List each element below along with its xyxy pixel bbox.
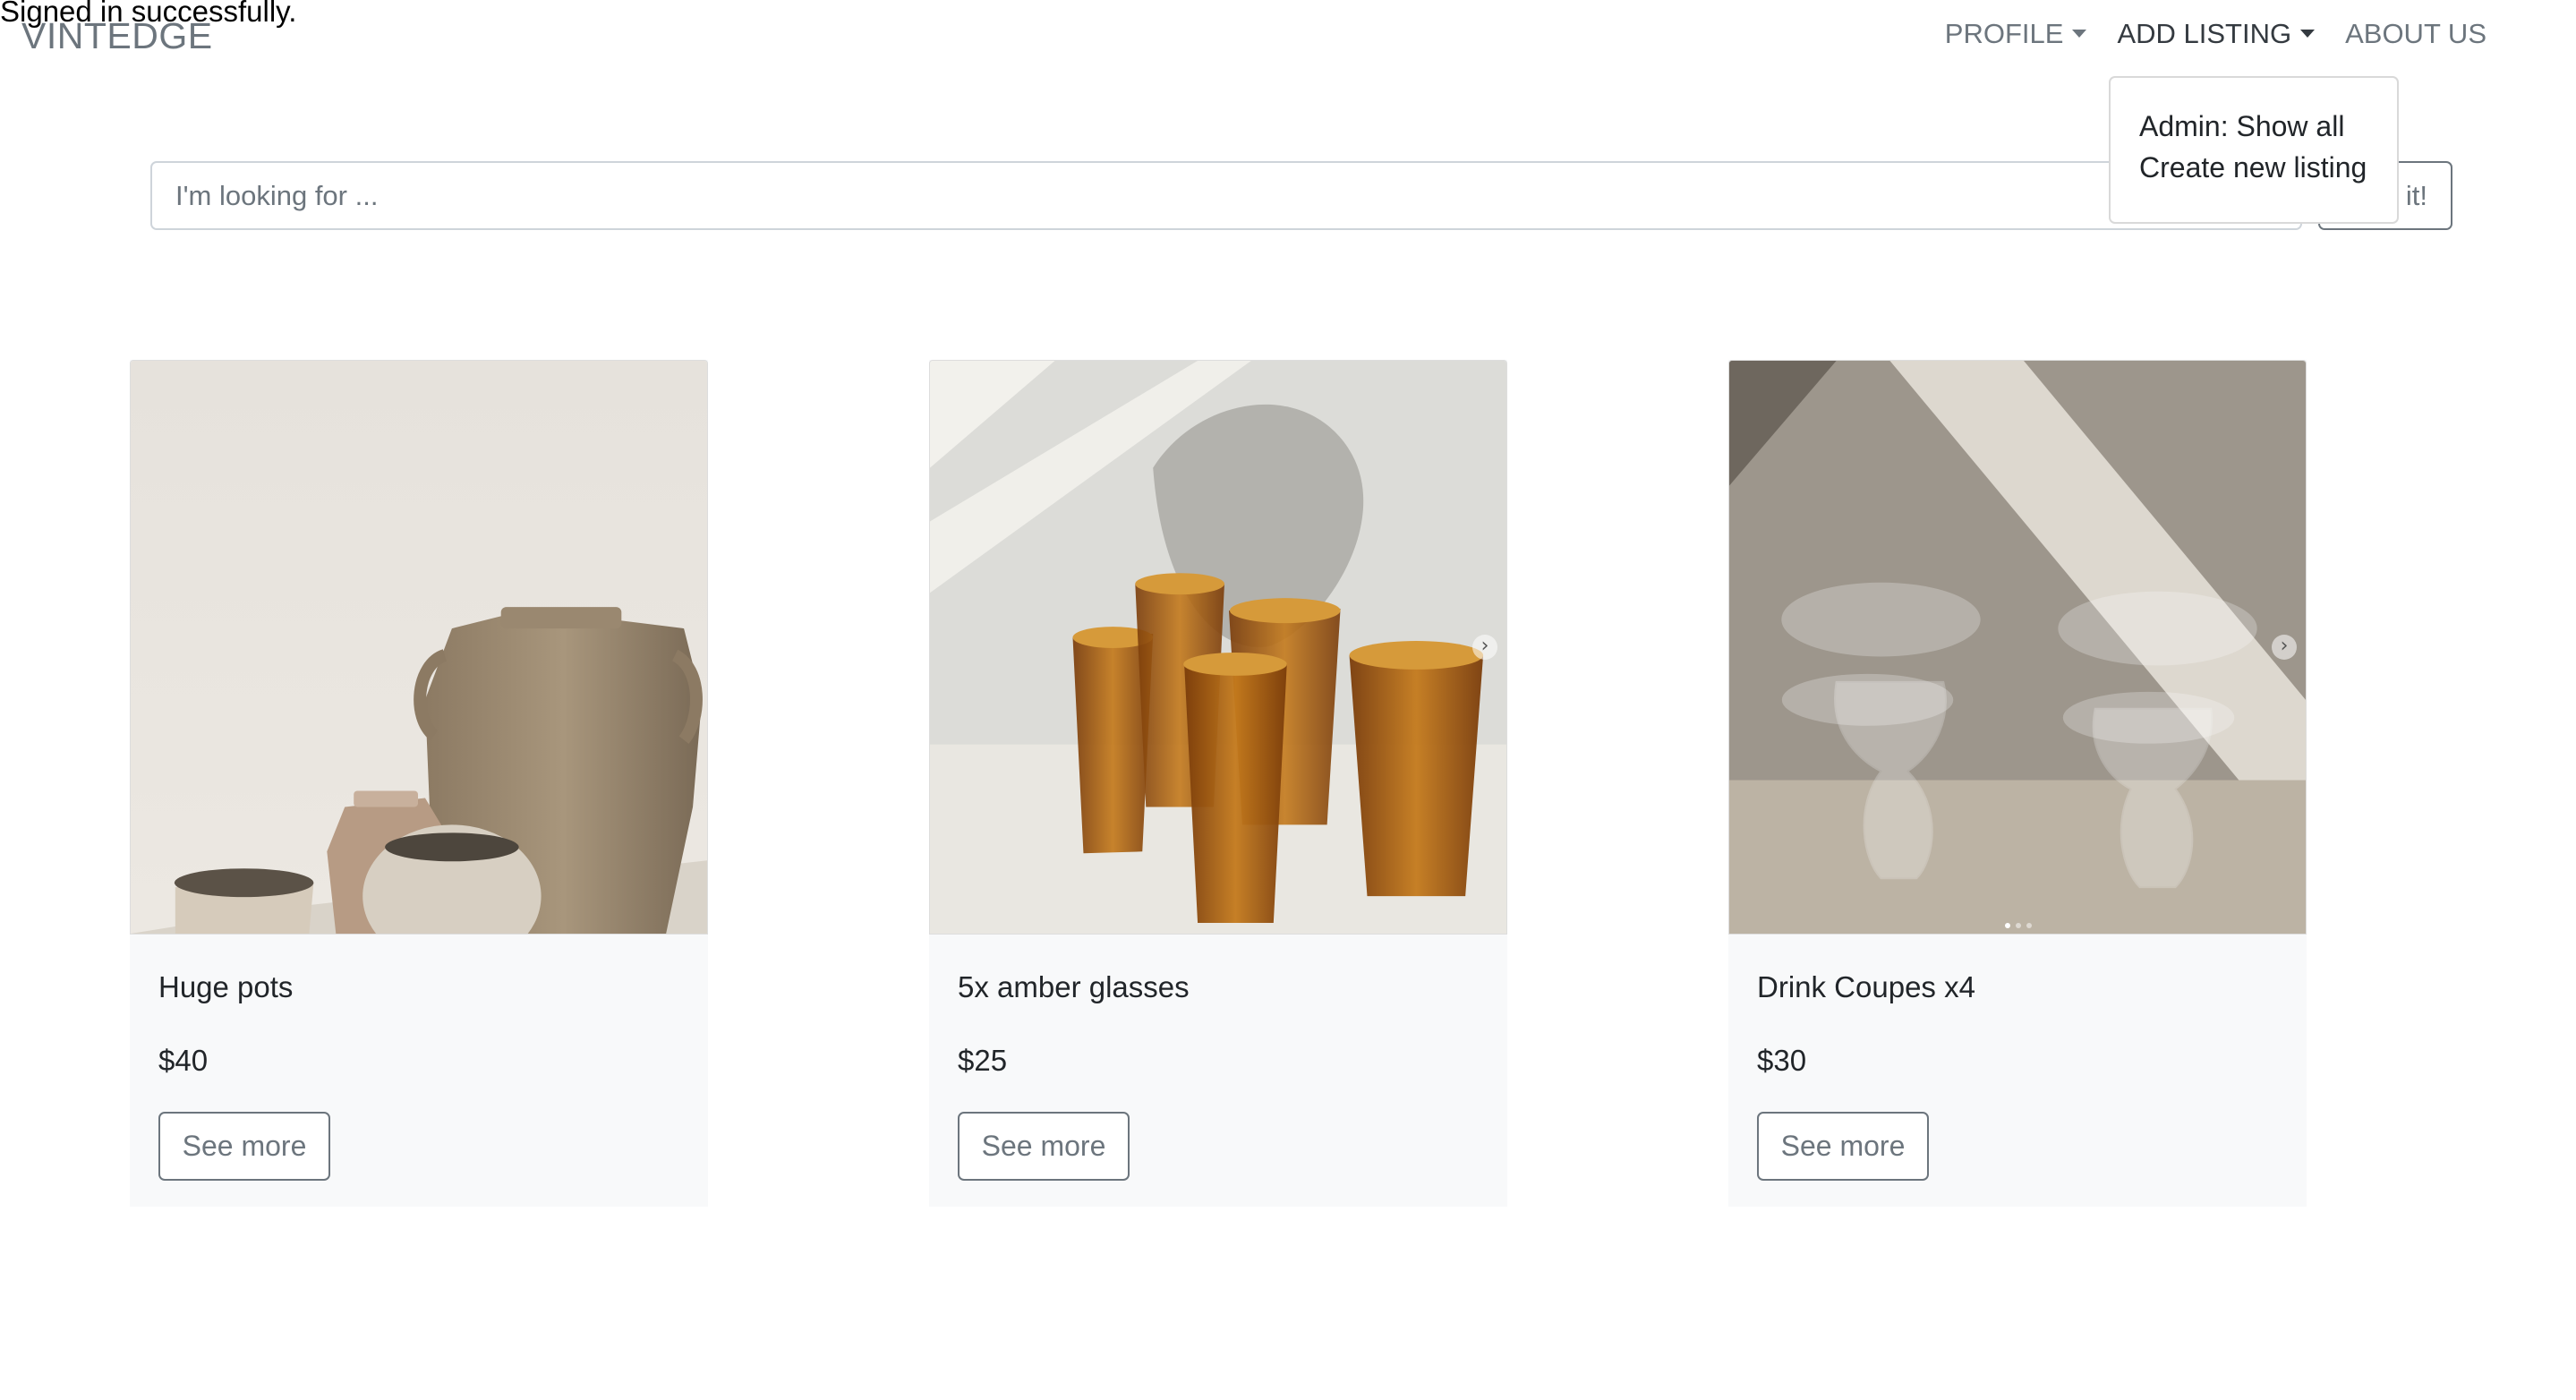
search-input[interactable] xyxy=(150,161,2302,230)
listing-card: Huge pots $40 See more xyxy=(130,360,708,1207)
see-more-button[interactable]: See more xyxy=(1757,1112,1929,1181)
nav-add-listing[interactable]: ADD LISTING xyxy=(2117,18,2316,49)
carousel-dot[interactable] xyxy=(2016,923,2021,928)
see-more-button[interactable]: See more xyxy=(158,1112,330,1181)
nav-about-us[interactable]: ABOUT US xyxy=(2345,20,2486,47)
listing-image-pottery[interactable] xyxy=(130,360,708,935)
listing-title: Huge pots xyxy=(158,970,294,1003)
listing-price: $40 xyxy=(158,1044,209,1077)
nav-profile-label: PROFILE xyxy=(1944,18,2064,49)
see-more-button[interactable]: See more xyxy=(958,1112,1130,1181)
add-listing-dropdown-menu: Admin: Show all Create new listing xyxy=(2109,76,2399,224)
glass-coupes-photo xyxy=(1729,361,2306,934)
nav-add-listing-label: ADD LISTING xyxy=(2117,18,2292,49)
listing-title: 5x amber glasses xyxy=(958,970,1190,1003)
flash-message: Signed in successfully. xyxy=(0,0,297,28)
listing-card: › 5x amber glasses $25 See more xyxy=(929,360,1507,1207)
chevron-down-icon xyxy=(2072,30,2087,38)
nav-about-us-label: ABOUT US xyxy=(2345,18,2486,49)
listing-title: Drink Coupes x4 xyxy=(1757,970,1975,1003)
carousel-next-icon[interactable]: › xyxy=(2272,635,2297,660)
listing-price: $25 xyxy=(958,1044,1008,1077)
pottery-vases-photo xyxy=(131,361,707,934)
listing-image-drink-coupes[interactable]: › xyxy=(1728,360,2307,935)
carousel-dot[interactable] xyxy=(2005,923,2010,928)
carousel-next-icon[interactable]: › xyxy=(1472,635,1497,660)
amber-glasses-photo xyxy=(930,361,1506,934)
listing-card: › Drink Coupes x4 $30 See more xyxy=(1728,360,2307,1207)
nav-profile[interactable]: PROFILE xyxy=(1945,20,2087,47)
main-nav: PROFILE ADD LISTING ABOUT US xyxy=(1945,20,2486,47)
dropdown-item-create-new-listing[interactable]: Create new listing xyxy=(2111,139,2397,196)
carousel-indicators xyxy=(2005,923,2032,928)
listing-price: $30 xyxy=(1757,1044,1807,1077)
chevron-down-icon xyxy=(2300,30,2316,38)
listing-image-amber-glasses[interactable]: › xyxy=(929,360,1507,935)
carousel-dot[interactable] xyxy=(2026,923,2032,928)
